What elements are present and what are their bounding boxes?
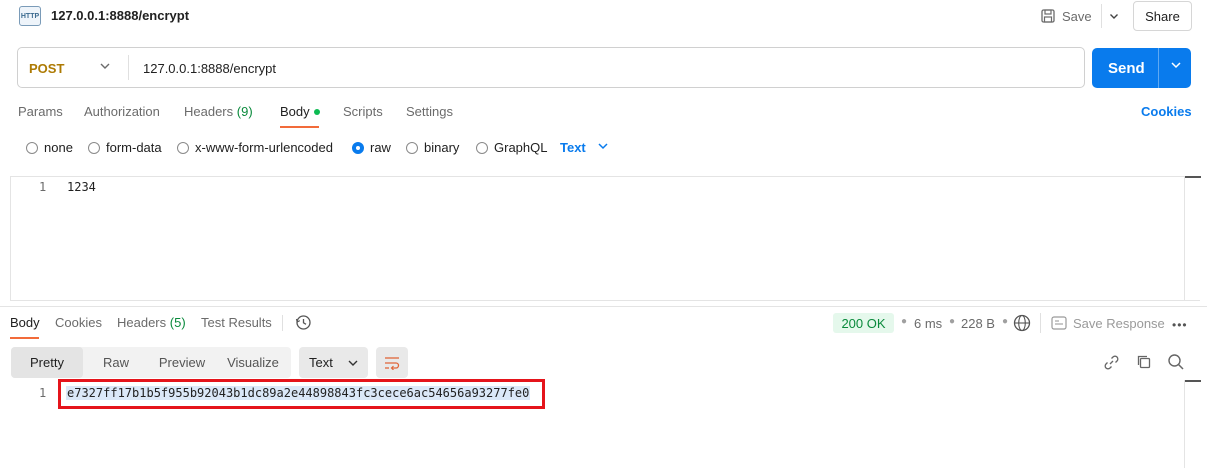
response-divider	[0, 306, 1207, 307]
request-line-number: 1	[39, 180, 47, 194]
tab-settings[interactable]: Settings	[406, 104, 453, 119]
tab-body[interactable]: Body	[280, 104, 320, 119]
url-input[interactable]: 127.0.0.1:8888/encrypt	[143, 61, 276, 76]
response-format-select[interactable]: Text	[299, 347, 368, 378]
request-title[interactable]: 127.0.0.1:8888/encrypt	[51, 8, 189, 23]
response-tab-test-results[interactable]: Test Results	[201, 315, 272, 330]
url-divider	[128, 55, 129, 80]
request-body-editor[interactable]	[10, 176, 1200, 301]
radio-circle[interactable]	[177, 141, 189, 154]
history-icon[interactable]	[295, 314, 312, 334]
radio-none[interactable]: none	[26, 140, 73, 155]
chevron-down-icon	[348, 360, 358, 366]
save-icon	[1041, 9, 1055, 23]
response-scrollbar[interactable]	[1184, 380, 1201, 468]
tab-body-underline	[280, 126, 319, 128]
response-tab-headers[interactable]: Headers (5)	[117, 315, 186, 330]
copy-icon[interactable]	[1136, 354, 1152, 373]
response-view-mode: Pretty Raw Preview Visualize	[11, 347, 291, 378]
radio-raw-label: raw	[370, 140, 391, 155]
request-body-text[interactable]: 1234	[67, 180, 96, 194]
radio-binary[interactable]: binary	[406, 140, 459, 155]
meta-divider	[1040, 313, 1041, 333]
view-pretty[interactable]: Pretty	[11, 347, 83, 378]
tab-headers-count: (9)	[236, 104, 253, 119]
radio-form-data-label: form-data	[106, 140, 162, 155]
radio-circle[interactable]	[406, 141, 418, 154]
view-preview[interactable]: Preview	[149, 347, 215, 378]
send-button[interactable]: Send	[1092, 48, 1191, 88]
tab-authorization[interactable]: Authorization	[84, 104, 160, 119]
radio-graphql-label: GraphQL	[494, 140, 548, 155]
tab-headers[interactable]: Headers (9)	[184, 104, 253, 119]
response-tab-headers-count: (5)	[169, 315, 186, 330]
response-tab-cookies[interactable]: Cookies	[55, 315, 102, 330]
radio-circle-selected[interactable]	[352, 141, 364, 154]
link-icon[interactable]	[1103, 354, 1120, 374]
tab-params[interactable]: Params	[18, 104, 63, 119]
radio-raw[interactable]: raw	[352, 140, 391, 155]
save-response-icon[interactable]	[1051, 316, 1067, 333]
cookies-link[interactable]: Cookies	[1141, 104, 1192, 119]
body-format-chevron-down-icon[interactable]	[597, 140, 609, 155]
radio-urlencoded-label: x-www-form-urlencoded	[195, 140, 333, 155]
tab-body-label: Body	[280, 104, 310, 119]
method-select[interactable]: POST	[29, 61, 64, 76]
response-tab-body-underline	[10, 337, 39, 339]
wrap-lines-button[interactable]	[376, 347, 408, 378]
http-request-icon: HTTP	[19, 6, 41, 26]
response-tab-body[interactable]: Body	[10, 315, 40, 330]
annotation-highlight-box	[58, 379, 545, 409]
send-options-chevron-down-icon[interactable]	[1170, 59, 1182, 74]
wrap-lines-icon	[385, 356, 400, 370]
search-icon[interactable]	[1167, 353, 1185, 374]
globe-icon[interactable]	[1013, 314, 1031, 335]
send-divider	[1158, 48, 1159, 88]
more-options-icon[interactable]: •••	[1172, 318, 1188, 332]
save-button[interactable]: Save	[1040, 4, 1100, 28]
response-format-label: Text	[309, 355, 333, 370]
save-response-button[interactable]: Save Response	[1073, 316, 1165, 331]
body-format-select[interactable]: Text	[560, 140, 586, 155]
tab-scripts[interactable]: Scripts	[343, 104, 383, 119]
view-raw[interactable]: Raw	[83, 347, 149, 378]
meta-separator: ●	[1002, 316, 1009, 327]
radio-none-label: none	[44, 140, 73, 155]
status-badge[interactable]: 200 OK	[833, 313, 894, 333]
radio-urlencoded[interactable]: x-www-form-urlencoded	[177, 140, 333, 155]
radio-form-data[interactable]: form-data	[88, 140, 162, 155]
save-label: Save	[1062, 8, 1092, 24]
radio-circle[interactable]	[476, 141, 488, 154]
radio-circle[interactable]	[26, 141, 38, 154]
meta-separator: ●	[949, 316, 956, 327]
tab-headers-label: Headers	[184, 104, 234, 119]
request-editor-scrollbar[interactable]	[1184, 176, 1201, 301]
view-visualize[interactable]: Visualize	[215, 347, 291, 378]
radio-binary-label: binary	[424, 140, 460, 155]
send-label: Send	[1108, 60, 1145, 77]
share-button[interactable]: Share	[1133, 1, 1192, 31]
response-tab-headers-label: Headers	[117, 315, 167, 330]
meta-separator: ●	[901, 316, 908, 327]
radio-graphql[interactable]: GraphQL	[476, 140, 547, 155]
response-line-number: 1	[39, 386, 47, 400]
save-options-button[interactable]	[1101, 4, 1125, 28]
response-size[interactable]: 228 B	[961, 316, 995, 331]
chevron-down-icon	[1109, 14, 1118, 19]
radio-circle[interactable]	[88, 141, 100, 154]
body-indicator-dot	[313, 108, 320, 115]
response-time[interactable]: 6 ms	[914, 316, 942, 331]
method-chevron-down-icon[interactable]	[99, 60, 111, 75]
response-tabs-divider	[282, 315, 283, 331]
